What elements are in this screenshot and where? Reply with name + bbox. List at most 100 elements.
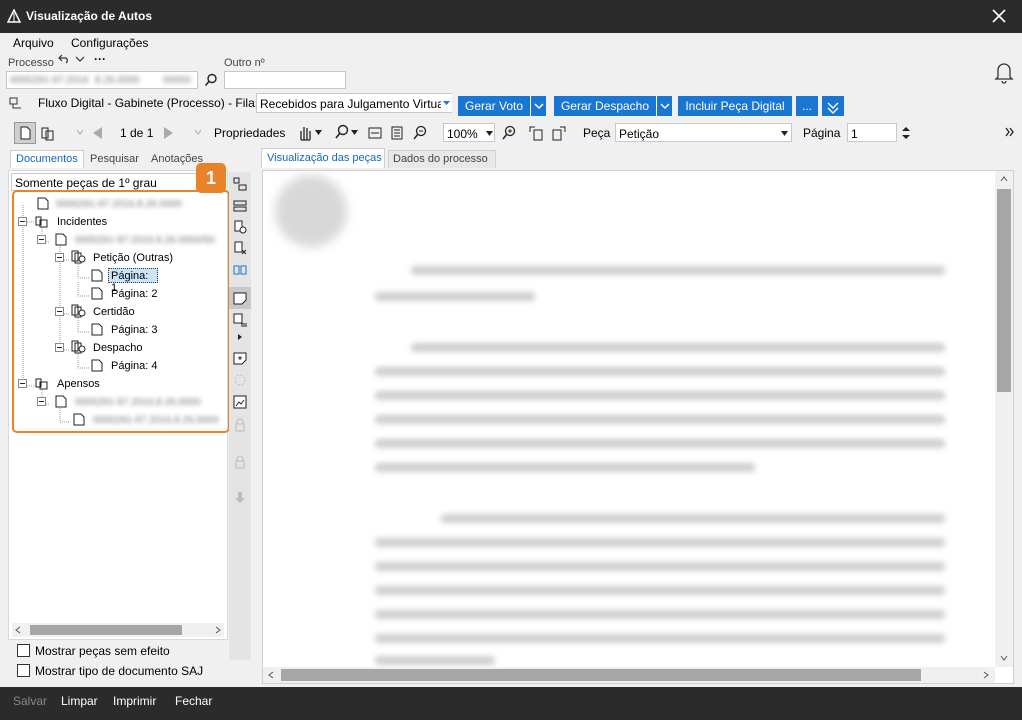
list-icon[interactable] — [232, 198, 248, 214]
link-documents-icon[interactable] — [232, 262, 248, 278]
more-dots[interactable]: ··· — [94, 52, 106, 66]
sem-efeito-checkbox[interactable] — [17, 644, 30, 657]
tree-hscroll-thumb[interactable] — [30, 625, 182, 635]
rotate-right-icon[interactable] — [551, 125, 567, 141]
fila-select[interactable]: Recebidos para Julgamento Virtua — [256, 93, 452, 113]
outro-input[interactable] — [224, 71, 346, 89]
gerar-despacho-menu[interactable] — [656, 96, 672, 116]
overflow-chevron-icon[interactable] — [1005, 126, 1015, 138]
scroll-up-icon[interactable] — [1000, 176, 1008, 182]
viewer-vscroll-thumb[interactable] — [997, 189, 1011, 392]
lock-icon[interactable] — [232, 454, 248, 470]
search-tool-icon[interactable] — [334, 124, 350, 140]
certified-document-icon[interactable] — [232, 219, 248, 235]
zoom-out-icon[interactable] — [412, 125, 428, 141]
dropdown-arrow-icon[interactable] — [315, 130, 322, 135]
filter-select[interactable]: Somente peças de 1º grau — [11, 173, 201, 191]
undo-icon[interactable] — [58, 54, 70, 64]
pagina-input[interactable]: 1 — [847, 123, 897, 142]
tree-apenso-1[interactable]: 0000291-97.2016.8.26.0000 — [75, 397, 201, 408]
menu-arquivo[interactable]: Arquivo — [13, 36, 54, 50]
download-icon[interactable] — [232, 490, 248, 506]
tree-pagina-3[interactable]: Página: 3 — [111, 324, 157, 336]
fit-page-icon[interactable] — [389, 125, 405, 141]
collapse-toggle-icon[interactable] — [55, 343, 64, 352]
menu-configuracoes[interactable]: Configurações — [71, 36, 148, 50]
expand-tree-icon[interactable] — [232, 176, 248, 192]
fila-dropdown-arrow[interactable] — [441, 94, 452, 112]
tree-incidentes[interactable]: Incidentes — [57, 216, 107, 228]
scroll-right-icon[interactable] — [983, 671, 989, 679]
dropdown-arrow-icon[interactable] — [351, 130, 358, 135]
tree-incidente-1[interactable]: 0000291-97.2016.8.26.0000/50 — [75, 235, 215, 246]
image-icon[interactable] — [232, 394, 248, 410]
zoom-select[interactable]: 100% — [443, 123, 495, 142]
remove-document-icon[interactable] — [232, 240, 248, 256]
collapse-toggle-icon[interactable] — [18, 217, 27, 226]
fit-width-icon[interactable] — [367, 125, 383, 141]
tree-apensos[interactable]: Apensos — [57, 378, 100, 390]
collapse-toggle-icon[interactable] — [18, 379, 27, 388]
tab-dados[interactable]: Dados do processo — [388, 150, 496, 168]
incluir-peca-button[interactable]: Incluir Peça Digital — [678, 96, 792, 116]
tree-certidao[interactable]: Certidão — [93, 306, 135, 318]
tree-pagina-2[interactable]: Página: 2 — [111, 288, 157, 300]
collapse-toggle-icon[interactable] — [37, 397, 46, 406]
add-note-icon[interactable] — [232, 350, 248, 366]
first-page-icon[interactable] — [76, 128, 84, 136]
tree-hscrollbar[interactable] — [12, 623, 224, 637]
collapse-toggle-icon[interactable] — [55, 307, 64, 316]
collapse-toggle-icon[interactable] — [37, 235, 46, 244]
tab-visualizacao[interactable]: Visualização das peças — [261, 148, 385, 168]
gerar-voto-menu[interactable] — [530, 96, 546, 116]
propriedades-button[interactable]: Propriedades — [214, 126, 285, 140]
view-documents-toggle[interactable] — [14, 122, 36, 144]
limpar-button[interactable]: Limpar — [61, 694, 98, 708]
sem-efeito-label[interactable]: Mostrar peças sem efeito — [35, 644, 170, 658]
annotation-tool-active[interactable] — [229, 287, 251, 309]
bell-icon[interactable] — [994, 60, 1014, 84]
tree-pagina-4[interactable]: Página: 4 — [111, 360, 157, 372]
scroll-down-icon[interactable] — [1000, 655, 1008, 661]
viewer-hscroll-thumb[interactable] — [281, 669, 921, 681]
tree-root[interactable]: 0000291-97.2016.8.26.0000 — [56, 199, 182, 210]
processo-input[interactable]: 0000291-97.2016 8.26.0000 00000 — [6, 71, 198, 89]
zoom-in-icon[interactable] — [501, 125, 517, 141]
scroll-left-icon[interactable] — [268, 671, 274, 679]
tree-peticao[interactable]: Petição (Outras) — [93, 252, 173, 264]
expand-arrow-icon[interactable] — [237, 334, 243, 340]
search-icon[interactable] — [204, 73, 218, 87]
scroll-left-icon[interactable] — [14, 626, 22, 634]
tree-pagina-1[interactable]: Página: 1 — [108, 268, 158, 294]
documents-tree-icon[interactable] — [40, 125, 56, 141]
tipo-saj-label[interactable]: Mostrar tipo de documento SAJ — [35, 664, 203, 678]
collapse-toggle-icon[interactable] — [55, 253, 64, 262]
next-page-icon[interactable] — [160, 125, 176, 141]
last-page-icon[interactable] — [194, 128, 202, 136]
tipo-saj-checkbox[interactable] — [17, 664, 30, 677]
close-icon[interactable] — [990, 7, 1008, 25]
rotate-left-icon[interactable] — [528, 125, 544, 141]
tab-anotacoes[interactable]: Anotações — [151, 153, 203, 165]
collapse-button[interactable] — [822, 96, 844, 116]
gerar-voto-button[interactable]: Gerar Voto — [458, 96, 530, 116]
viewer-vscrollbar[interactable] — [995, 171, 1013, 667]
gerar-despacho-button[interactable]: Gerar Despacho — [554, 96, 656, 116]
imprimir-button[interactable]: Imprimir — [113, 694, 156, 708]
salvar-button[interactable]: Salvar — [13, 694, 47, 708]
hand-tool-icon[interactable] — [296, 124, 314, 142]
scroll-right-icon[interactable] — [214, 626, 222, 634]
tree-apenso-2[interactable]: 0000291-97.2016.8.26.0000 — [93, 415, 219, 426]
tab-documentos[interactable]: Documentos — [10, 150, 84, 168]
tab-pesquisar[interactable]: Pesquisar — [90, 153, 139, 165]
more-actions-button[interactable]: ... — [796, 96, 818, 116]
fechar-button[interactable]: Fechar — [175, 694, 212, 708]
peca-select[interactable]: Petição — [615, 123, 792, 142]
lock-icon[interactable] — [232, 417, 248, 433]
spinner-icon[interactable] — [901, 124, 911, 142]
chevron-down-icon[interactable] — [75, 55, 85, 63]
tree-despacho[interactable]: Despacho — [93, 342, 143, 354]
previous-page-icon[interactable] — [90, 125, 106, 141]
document-viewer[interactable] — [262, 170, 1014, 684]
list-document-icon[interactable] — [232, 312, 248, 328]
